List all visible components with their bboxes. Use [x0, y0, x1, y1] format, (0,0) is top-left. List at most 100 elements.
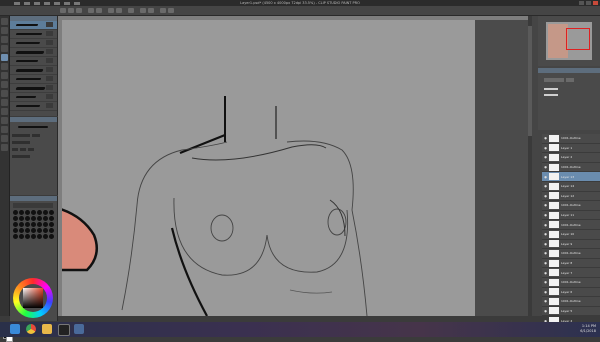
windows-start-icon[interactable]	[10, 324, 20, 334]
open-file-button[interactable]	[68, 8, 74, 13]
layer-row[interactable]: ● 1001-Outline	[542, 278, 600, 288]
color-set-dropdown[interactable]	[13, 203, 53, 208]
new-file-button[interactable]	[60, 8, 66, 13]
eraser-tool-icon[interactable]	[1, 90, 8, 97]
brush-preset[interactable]	[10, 75, 57, 84]
clip-studio-icon[interactable]	[58, 324, 70, 336]
view-frame[interactable]	[566, 28, 590, 50]
move-tool-icon[interactable]	[1, 27, 8, 34]
swatch	[43, 234, 48, 239]
navigator-preview	[548, 24, 568, 58]
layer-row[interactable]: ● 1001-Outline	[542, 201, 600, 211]
layer-row[interactable]: ● Layer 14	[542, 182, 600, 192]
stabilization-row[interactable]	[10, 153, 57, 160]
minimize-button[interactable]	[579, 1, 584, 5]
brush-size-row[interactable]	[10, 132, 57, 139]
tool-palette	[0, 16, 13, 342]
layer-row[interactable]: ● Layer 8	[542, 259, 600, 269]
close-button[interactable]	[593, 1, 598, 5]
operation-tool-icon[interactable]	[1, 36, 8, 43]
right-breast-line	[266, 209, 349, 273]
fill-button[interactable]	[116, 8, 122, 13]
fill-tool-icon[interactable]	[1, 108, 8, 115]
brush-preset[interactable]	[10, 84, 57, 93]
figure-tool-icon[interactable]	[1, 126, 8, 133]
transform-button[interactable]	[128, 8, 134, 13]
gradient-tool-icon[interactable]	[1, 117, 8, 124]
color-wheel[interactable]	[13, 278, 53, 318]
brush-preset[interactable]	[10, 57, 57, 66]
layer-row[interactable]: ● Layer 6	[542, 288, 600, 298]
save-button[interactable]	[76, 8, 82, 13]
swatch	[13, 222, 18, 227]
clear-button[interactable]	[108, 8, 114, 13]
sketch-drawing	[62, 96, 368, 316]
brush-preset[interactable]	[10, 30, 57, 39]
eye-icon: ●	[544, 308, 547, 313]
text-tool-icon[interactable]	[1, 135, 8, 142]
clock-date: 6/1/2018	[580, 329, 596, 333]
layer-row[interactable]: ● Layer 12	[542, 192, 600, 202]
deselect-button[interactable]	[140, 8, 146, 13]
brush-swatch-grid[interactable]	[13, 210, 55, 239]
zoom-tool-icon[interactable]	[1, 18, 8, 25]
brush-tool-icon[interactable]	[1, 72, 8, 79]
swatch	[13, 216, 18, 221]
undo-button[interactable]	[88, 8, 94, 13]
color-set-panel	[10, 196, 58, 276]
brush-preset[interactable]	[10, 102, 57, 111]
layer-row[interactable]: ● Layer 11	[542, 211, 600, 221]
layer-option-button[interactable]	[566, 78, 574, 82]
brush-preset[interactable]	[10, 93, 57, 102]
brush-preset[interactable]	[10, 48, 57, 57]
brush-preset[interactable]	[10, 39, 57, 48]
layer-row[interactable]: ● 1001-Outline	[542, 297, 600, 307]
swatch	[43, 210, 48, 215]
saturation-value-square[interactable]	[23, 288, 43, 308]
search-icon[interactable]	[74, 324, 84, 334]
swatch	[31, 210, 36, 215]
layer-row[interactable]: ● 1001-Outline	[542, 163, 600, 173]
layer-row[interactable]: ● Layer 9	[542, 240, 600, 250]
airbrush-tool-icon[interactable]	[1, 81, 8, 88]
maximize-button[interactable]	[586, 1, 591, 5]
chrome-icon[interactable]	[26, 324, 36, 334]
right-torso-line	[351, 209, 368, 316]
snap-button[interactable]	[160, 8, 166, 13]
right-shoulder-line	[286, 140, 354, 211]
clavicle-line	[191, 144, 327, 161]
blend-tool-icon[interactable]	[1, 99, 8, 106]
left-areola	[210, 214, 234, 242]
invert-selection-button[interactable]	[148, 8, 154, 13]
navigator-thumbnail[interactable]	[546, 22, 592, 60]
layer-row-selected[interactable]: ● Layer 13	[542, 172, 600, 182]
layer-row[interactable]: ● 1001-Outline	[542, 220, 600, 230]
brush-preset[interactable]	[10, 66, 57, 75]
redo-button[interactable]	[96, 8, 102, 13]
layer-row[interactable]: ● Layer 10	[542, 230, 600, 240]
opacity-row[interactable]	[10, 139, 57, 146]
selection-tool-icon[interactable]	[1, 45, 8, 52]
layer-row[interactable]: ● 1001-Outline	[542, 249, 600, 259]
left-torso-line	[121, 204, 138, 311]
swatch	[49, 216, 54, 221]
arm-shape	[62, 208, 99, 272]
ruler-button[interactable]	[168, 8, 174, 13]
folder-icon[interactable]	[42, 324, 52, 334]
lower-line	[289, 289, 333, 294]
layer-mode-dropdown[interactable]	[544, 78, 564, 82]
layer-row[interactable]: ● Layer 2	[542, 153, 600, 163]
layer-row[interactable]: ● Layer 1	[542, 144, 600, 154]
anti-alias-row[interactable]	[10, 146, 57, 153]
pencil-tool-icon[interactable]	[1, 63, 8, 70]
eyedropper-tool-icon[interactable]	[1, 144, 8, 151]
layer-row[interactable]: ● 1001-Outline	[542, 134, 600, 144]
pen-tool-icon[interactable]	[1, 54, 8, 61]
eye-icon: ●	[544, 222, 547, 227]
system-clock[interactable]: 1:14 PM 6/1/2018	[580, 324, 596, 334]
layer-row[interactable]: ● Layer 5	[542, 307, 600, 317]
brush-preset[interactable]	[10, 21, 57, 30]
swatch	[43, 228, 48, 233]
layer-row[interactable]: ● Layer 7	[542, 268, 600, 278]
canvas[interactable]	[62, 20, 475, 316]
